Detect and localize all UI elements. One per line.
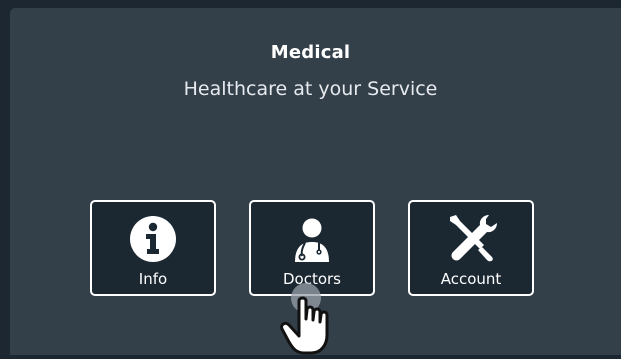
app-subtitle: Healthcare at your Service <box>183 78 438 100</box>
info-button[interactable]: Info <box>90 200 216 296</box>
doctor-icon <box>251 214 373 264</box>
tap-cursor-icon <box>276 279 354 355</box>
app-title: Medical <box>270 42 351 63</box>
account-button[interactable]: Account <box>408 200 534 296</box>
account-label: Account <box>440 270 502 288</box>
info-label: Info <box>138 270 168 288</box>
info-icon <box>92 214 214 264</box>
tools-icon <box>410 214 532 264</box>
